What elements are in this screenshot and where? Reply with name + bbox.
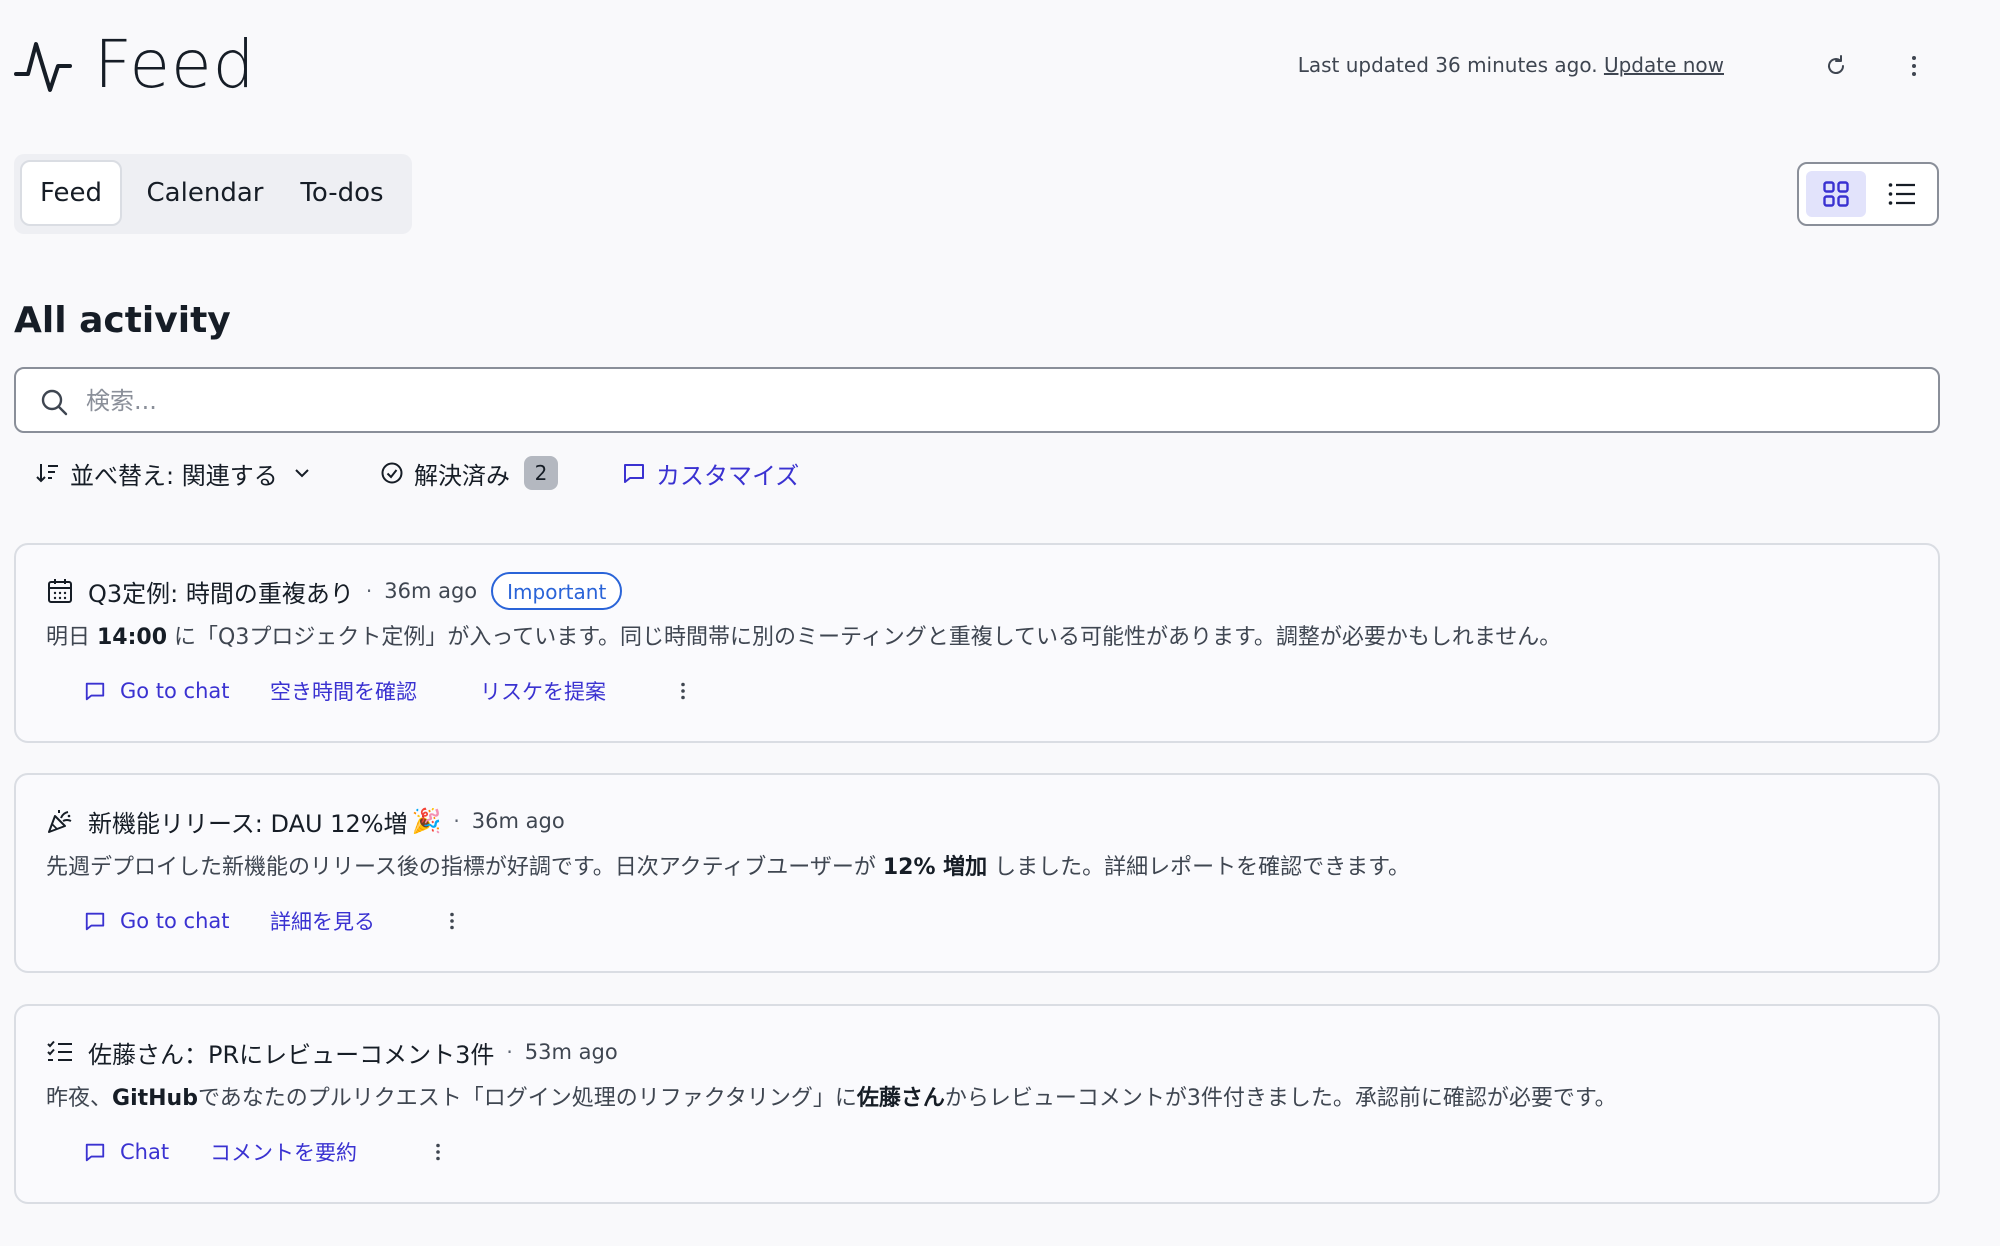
customize-label: カスタマイズ (656, 461, 800, 490)
last-updated-text: Last updated 36 minutes ago. (1297, 53, 1598, 77)
view-details-button[interactable]: 詳細を見る (270, 899, 375, 943)
grid-icon (1823, 181, 1849, 207)
activity-card: Q3定例: 時間の重複あり · 36m ago Important 明日 14:… (14, 543, 1940, 743)
more-vertical-icon (1912, 56, 1916, 76)
card-actions: Go to chat 空き時間を確認 リスケを提案 (68, 669, 1068, 713)
resolved-count-badge: 2 (524, 456, 558, 490)
card-timestamp: 36m ago (471, 809, 565, 833)
check-circle-icon (380, 461, 404, 485)
card-title[interactable]: 新機能リリース: DAU 12%増 (88, 804, 408, 839)
grid-view-button[interactable] (1806, 171, 1866, 217)
list-icon (1888, 183, 1915, 205)
chat-bubble-icon (84, 1141, 106, 1163)
go-to-chat-button[interactable]: Go to chat (84, 899, 230, 943)
search-input[interactable] (84, 377, 1918, 425)
more-vertical-icon (450, 912, 454, 930)
layout-toggle (1797, 162, 1939, 226)
activity-card: 佐藤さん：PRにレビューコメント3件 · 53m ago 昨夜、GitHubであ… (14, 1004, 1940, 1204)
refresh-button[interactable] (1820, 50, 1852, 82)
chat-bubble-icon (84, 680, 106, 702)
tab-feed[interactable]: Feed (20, 160, 122, 226)
search-box (14, 367, 1940, 433)
card-title[interactable]: Q3定例: 時間の重複あり (88, 574, 354, 609)
card-header: 新機能リリース: DAU 12%増 🎉 · 36m ago (46, 801, 565, 841)
filter-bar: 並べ替え: 関連する 解決済み 2 カスタマイズ (36, 452, 936, 494)
calendar-icon (46, 577, 74, 605)
go-to-chat-button[interactable]: Go to chat (84, 669, 230, 713)
view-tabs: Feed Calendar To-dos (14, 154, 412, 234)
party-emoji: 🎉 (411, 807, 442, 835)
chat-bubble-icon (622, 461, 646, 485)
activity-card: 新機能リリース: DAU 12%増 🎉 · 36m ago 先週デプロイした新機… (14, 773, 1940, 973)
card-actions: Chat コメントを要約 (68, 1130, 1068, 1174)
activity-pulse-icon (14, 42, 72, 92)
chat-button[interactable]: Chat (84, 1130, 169, 1174)
last-updated-status: Last updated 36 minutes ago. Update now (1298, 53, 1724, 77)
card-more-button[interactable] (667, 675, 699, 707)
resolved-label: 解決済み (414, 461, 510, 490)
tab-calendar[interactable]: Calendar (132, 160, 278, 226)
sort-dropdown[interactable]: 並べ替え: 関連する (36, 452, 310, 494)
card-timestamp: 53m ago (524, 1040, 618, 1064)
card-more-button[interactable] (422, 1136, 454, 1168)
more-options-button[interactable] (1898, 50, 1930, 82)
summarize-comments-button[interactable]: コメントを要約 (210, 1130, 357, 1174)
refresh-icon (1828, 55, 1844, 74)
card-description: 明日 14:00 に「Q3プロジェクト定例」が入っています。同じ時間帯に別のミー… (46, 625, 1562, 650)
card-description: 先週デプロイした新機能のリリース後の指標が好調です。日次アクティブユーザーが 1… (46, 855, 1410, 880)
chevron-down-icon (294, 467, 310, 479)
more-vertical-icon (681, 682, 685, 700)
check-availability-button[interactable]: 空き時間を確認 (270, 669, 417, 713)
chat-bubble-icon (84, 910, 106, 932)
card-description: 昨夜、GitHubであなたのプルリクエスト「ログイン処理のリファクタリング」に佐… (46, 1086, 1617, 1111)
customize-button[interactable]: カスタマイズ (622, 452, 799, 494)
update-now-link[interactable]: Update now (1604, 53, 1724, 77)
card-title[interactable]: 佐藤さん：PRにレビューコメント3件 (88, 1035, 494, 1070)
more-vertical-icon (436, 1143, 440, 1161)
page-title: Feed (94, 26, 256, 103)
sort-label: 並べ替え: 関連する (70, 461, 278, 490)
card-timestamp: 36m ago (384, 579, 478, 603)
important-badge: Important (491, 572, 623, 610)
tab-todos[interactable]: To-dos (286, 160, 398, 226)
card-header: 佐藤さん：PRにレビューコメント3件 · 53m ago (46, 1032, 618, 1072)
card-header: Q3定例: 時間の重複あり · 36m ago Important (46, 571, 623, 611)
propose-reschedule-button[interactable]: リスケを提案 (480, 669, 606, 713)
list-view-button[interactable] (1872, 171, 1932, 217)
party-popper-icon (46, 807, 74, 835)
resolved-filter[interactable]: 解決済み 2 (380, 452, 558, 494)
card-actions: Go to chat 詳細を見る (68, 899, 1068, 943)
page-header: Feed Last updated 36 minutes ago. Update… (0, 0, 1940, 130)
sort-icon (36, 461, 60, 485)
search-icon (41, 389, 68, 416)
card-more-button[interactable] (436, 905, 468, 937)
checklist-icon (46, 1038, 74, 1066)
section-title: All activity (14, 300, 231, 341)
